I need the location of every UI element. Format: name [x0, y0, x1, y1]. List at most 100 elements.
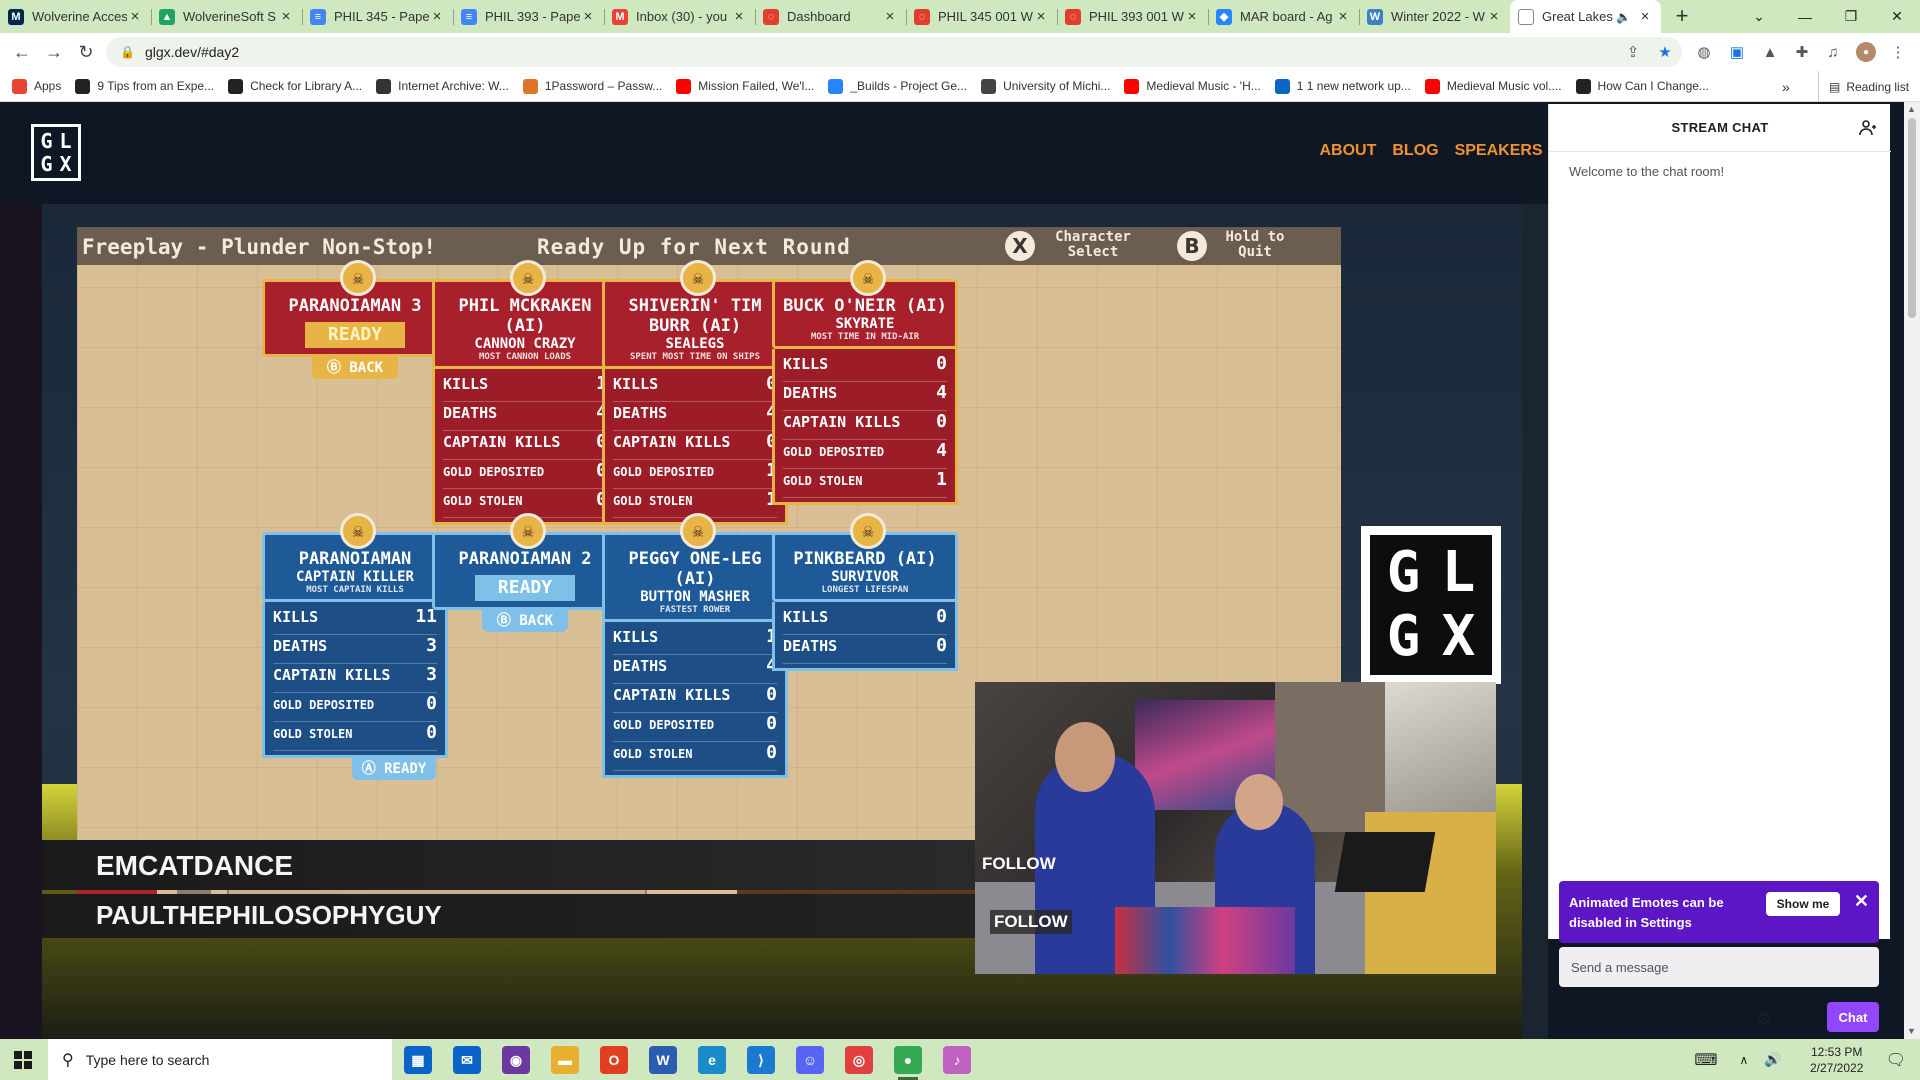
bookmark-item[interactable]: 9 Tips from an Expe... [75, 78, 214, 94]
scrollbar-thumb[interactable] [1908, 118, 1916, 318]
media-control-icon[interactable]: ♫ [1823, 42, 1843, 62]
bookmark-item[interactable]: 1Password – Passw... [522, 78, 662, 94]
extensions-puzzle-icon[interactable]: ✚ [1792, 42, 1812, 62]
bookmark-item[interactable]: Medieval Music vol.... [1424, 78, 1562, 94]
vscode-icon[interactable]: ⟩ [747, 1046, 775, 1074]
browser-tab[interactable]: Great Lakes 🔈 × [1510, 0, 1661, 33]
back-arrow-icon[interactable]: ← [10, 40, 34, 64]
stat-value: 4 [936, 440, 947, 461]
browser-tab[interactable]: ▲ WolverineSoft S × [151, 0, 302, 33]
tab-close-icon[interactable]: × [1335, 8, 1351, 25]
scroll-down-icon[interactable]: ▼ [1907, 1026, 1916, 1036]
extension-3-icon[interactable]: ▲ [1760, 42, 1780, 62]
new-tab-button[interactable]: + [1667, 1, 1697, 31]
discord-icon[interactable]: ☺ [796, 1046, 824, 1074]
page-scrollbar[interactable]: ▲ ▼ [1904, 102, 1920, 1039]
browser-tab[interactable]: ◌ PHIL 345 001 W × [906, 0, 1057, 33]
tab-close-icon[interactable]: × [1486, 8, 1502, 25]
tab-close-icon[interactable]: × [429, 8, 445, 25]
chat-message-input[interactable]: Send a message [1559, 947, 1879, 987]
player-stats: KILLS1DEATHS4CAPTAIN KILLS0GOLD DEPOSITE… [602, 622, 788, 778]
bookmarks-overflow-icon[interactable]: » [1782, 71, 1790, 102]
nav-link-speakers[interactable]: SPEAKERS [1455, 142, 1543, 160]
explorer-icon[interactable]: ▬ [551, 1046, 579, 1074]
bookmark-item[interactable]: 1 1 new network up... [1274, 78, 1411, 94]
browser-tab[interactable]: M Wolverine Access × [0, 0, 151, 33]
tab-close-icon[interactable]: × [1184, 8, 1200, 25]
bookmark-item[interactable]: Mission Failed, We'l... [676, 78, 814, 94]
tab-title: Inbox (30) - you [636, 9, 728, 24]
stat-label: KILLS [613, 375, 659, 393]
nav-link-about[interactable]: ABOUT [1319, 142, 1376, 160]
forward-arrow-icon[interactable]: → [42, 40, 66, 64]
browser-tab[interactable]: ≡ PHIL 393 - Paper × [453, 0, 604, 33]
bookmark-favicon-icon [228, 78, 244, 94]
kebab-menu-icon[interactable]: ⋮ [1888, 42, 1908, 62]
notification-icon[interactable]: 🗨 [1886, 1050, 1906, 1070]
tab-search-chevron-icon[interactable]: ⌄ [1736, 0, 1782, 33]
extension-1-icon[interactable]: ◍ [1694, 42, 1714, 62]
chrome-icon[interactable]: ● [894, 1046, 922, 1080]
bookmark-item[interactable]: How Can I Change... [1575, 78, 1709, 94]
reload-icon[interactable]: ↻ [74, 40, 98, 64]
tab-audio-icon[interactable]: 🔈 [1616, 10, 1631, 24]
tab-close-icon[interactable]: × [1637, 8, 1653, 25]
chat-users-icon[interactable] [1858, 118, 1878, 138]
bookmark-favicon-icon [376, 78, 392, 94]
bookmark-item[interactable]: _Builds - Project Ge... [828, 78, 967, 94]
scroll-up-icon[interactable]: ▲ [1907, 104, 1916, 114]
tab-close-icon[interactable]: × [580, 8, 596, 25]
bookmark-item[interactable]: University of Michi... [981, 78, 1110, 94]
bookmark-star-icon[interactable]: ★ [1655, 42, 1675, 62]
tray-chevron-icon[interactable]: ∧ [1739, 1053, 1748, 1067]
bookmark-item[interactable]: Apps [12, 78, 61, 94]
close-icon[interactable]: ✕ [1854, 891, 1869, 912]
tab-close-icon[interactable]: × [882, 8, 898, 25]
restore-button[interactable]: ❐ [1828, 0, 1874, 33]
windows-start-icon[interactable] [14, 1051, 32, 1069]
word-icon[interactable]: W [649, 1046, 677, 1074]
tab-close-icon[interactable]: × [278, 8, 294, 25]
close-window-button[interactable]: ✕ [1874, 0, 1920, 33]
chat-send-button[interactable]: Chat [1827, 1002, 1879, 1032]
extension-2-icon[interactable]: ▣ [1727, 42, 1747, 62]
bookmark-item[interactable]: Check for Library A... [228, 78, 362, 94]
browser-tab[interactable]: W Winter 2022 - W × [1359, 0, 1510, 33]
browser-tab[interactable]: ◌ Dashboard × [755, 0, 906, 33]
minimize-button[interactable]: — [1782, 0, 1828, 33]
bookmark-item[interactable]: Internet Archive: W... [376, 78, 509, 94]
stat-row: KILLS 0 [783, 606, 947, 635]
browser-tab[interactable]: M Inbox (30) - you × [604, 0, 755, 33]
player-card: ☠ PARANOIAMAN 3 READY Ⓑ BACK [262, 260, 448, 379]
browser-tab[interactable]: ≡ PHIL 345 - Paper × [302, 0, 453, 33]
player-award: CANNON CRAZY [474, 336, 576, 352]
office-icon[interactable]: O [600, 1046, 628, 1074]
mail-icon[interactable]: ✉ [453, 1046, 481, 1074]
gear-icon[interactable]: ⚙ [1756, 1009, 1772, 1030]
share-icon[interactable]: ⇪ [1623, 42, 1643, 62]
edge-icon[interactable]: e [698, 1046, 726, 1074]
tab-close-icon[interactable]: × [127, 8, 143, 25]
address-bar[interactable]: 🔒 glgx.dev/#day2 [106, 37, 1682, 67]
glgx-logo[interactable]: G L G X [31, 124, 81, 181]
bookmark-item[interactable]: Medieval Music - 'H... [1124, 78, 1261, 94]
stream-player[interactable]: Freeplay - Plunder Non-Stop! Ready Up fo… [0, 204, 1548, 1039]
store-icon[interactable]: ▦ [404, 1046, 432, 1074]
show-me-button[interactable]: Show me [1766, 892, 1840, 916]
speaker-icon[interactable]: 🔊 [1764, 1051, 1781, 1068]
nav-link-blog[interactable]: BLOG [1392, 142, 1438, 160]
clock[interactable]: 12:53 PM 2/27/2022 [1796, 1044, 1878, 1076]
browser-tab[interactable]: ◆ MAR board - Ag × [1208, 0, 1359, 33]
reading-list-button[interactable]: ▤ Reading list [1818, 71, 1909, 102]
taskbar-search[interactable]: ⚲ Type here to search [48, 1039, 392, 1080]
stat-row: DEATHS 4 [783, 382, 947, 411]
podcast-icon[interactable]: ◉ [502, 1046, 530, 1074]
itch-icon[interactable]: ◎ [845, 1046, 873, 1074]
browser-tab[interactable]: ◌ PHIL 393 001 W × [1057, 0, 1208, 33]
profile-avatar-icon[interactable]: ● [1856, 42, 1876, 62]
music-icon[interactable]: ♪ [943, 1046, 971, 1074]
hold-to-quit-hint: Hold to Quit [1225, 229, 1285, 260]
keyboard-icon[interactable]: ⌨ [1694, 1050, 1717, 1070]
tab-close-icon[interactable]: × [1033, 8, 1049, 25]
tab-close-icon[interactable]: × [731, 8, 747, 25]
